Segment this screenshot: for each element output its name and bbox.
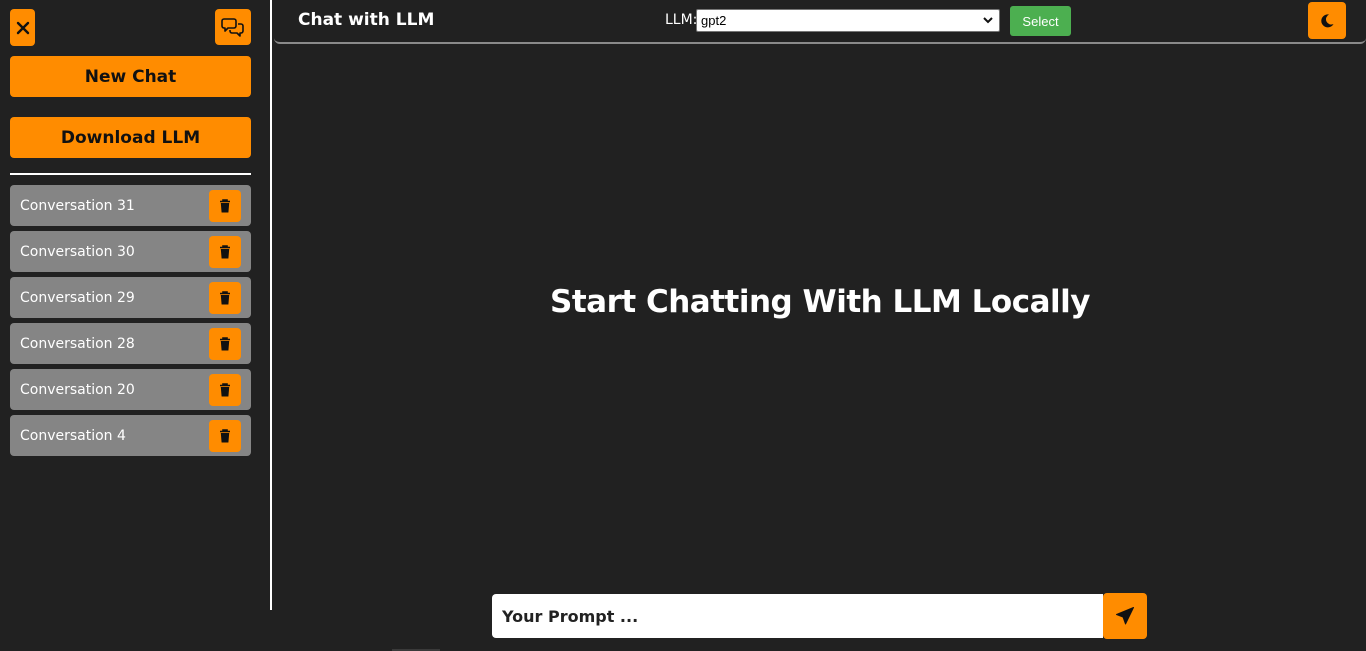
trash-icon (220, 198, 230, 212)
trash-icon (220, 428, 230, 442)
prompt-input[interactable] (492, 594, 1103, 638)
sidebar-border (270, 0, 272, 610)
conversation-item[interactable]: Conversation 31 (10, 185, 251, 226)
download-llm-button[interactable]: Download LLM (10, 117, 251, 158)
delete-conversation-button[interactable] (209, 419, 241, 452)
conversation-item[interactable]: Conversation 28 (10, 323, 251, 364)
top-bar: Chat with LLM LLM: gpt2 Select (274, 0, 1366, 44)
chevron-down-icon (983, 17, 993, 24)
sidebar-divider (10, 173, 251, 175)
select-llm-button[interactable]: Select (1010, 6, 1071, 36)
sidebar: New Chat Download LLM Conversation 31 Co… (0, 0, 270, 610)
llm-selected-value: gpt2 (701, 13, 727, 28)
conversation-label: Conversation 31 (20, 197, 135, 214)
llm-model-select[interactable]: gpt2 (696, 9, 1000, 32)
app-root: New Chat Download LLM Conversation 31 Co… (0, 0, 1366, 651)
conversation-item[interactable]: Conversation 30 (10, 231, 251, 272)
conversation-label: Conversation 4 (20, 427, 126, 444)
trash-icon (220, 290, 230, 304)
close-sidebar-button[interactable] (10, 9, 35, 46)
llm-label: LLM: (665, 12, 698, 28)
trash-icon (220, 382, 230, 396)
delete-conversation-button[interactable] (209, 373, 241, 406)
conversations-toggle-button[interactable] (215, 9, 251, 45)
app-title: Chat with LLM (298, 10, 435, 30)
close-icon (16, 21, 29, 34)
new-chat-button[interactable]: New Chat (10, 56, 251, 97)
conversation-label: Conversation 30 (20, 243, 135, 260)
trash-icon (220, 336, 230, 350)
moon-icon (1321, 13, 1334, 27)
conversation-item[interactable]: Conversation 20 (10, 369, 251, 410)
delete-conversation-button[interactable] (209, 235, 241, 268)
delete-conversation-button[interactable] (209, 327, 241, 360)
conversation-item[interactable]: Conversation 29 (10, 277, 251, 318)
chat-bubbles-icon (221, 18, 244, 37)
send-button[interactable] (1103, 593, 1147, 639)
delete-conversation-button[interactable] (209, 189, 241, 222)
delete-conversation-button[interactable] (209, 281, 241, 314)
send-icon (1116, 607, 1134, 625)
conversation-list: Conversation 31 Conversation 30 Conversa… (10, 185, 251, 461)
trash-icon (220, 244, 230, 258)
conversation-label: Conversation 28 (20, 335, 135, 352)
conversation-label: Conversation 20 (20, 381, 135, 398)
hero-title: Start Chatting With LLM Locally (550, 284, 1090, 320)
conversation-item[interactable]: Conversation 4 (10, 415, 251, 456)
theme-toggle-button[interactable] (1308, 2, 1346, 39)
conversation-label: Conversation 29 (20, 289, 135, 306)
